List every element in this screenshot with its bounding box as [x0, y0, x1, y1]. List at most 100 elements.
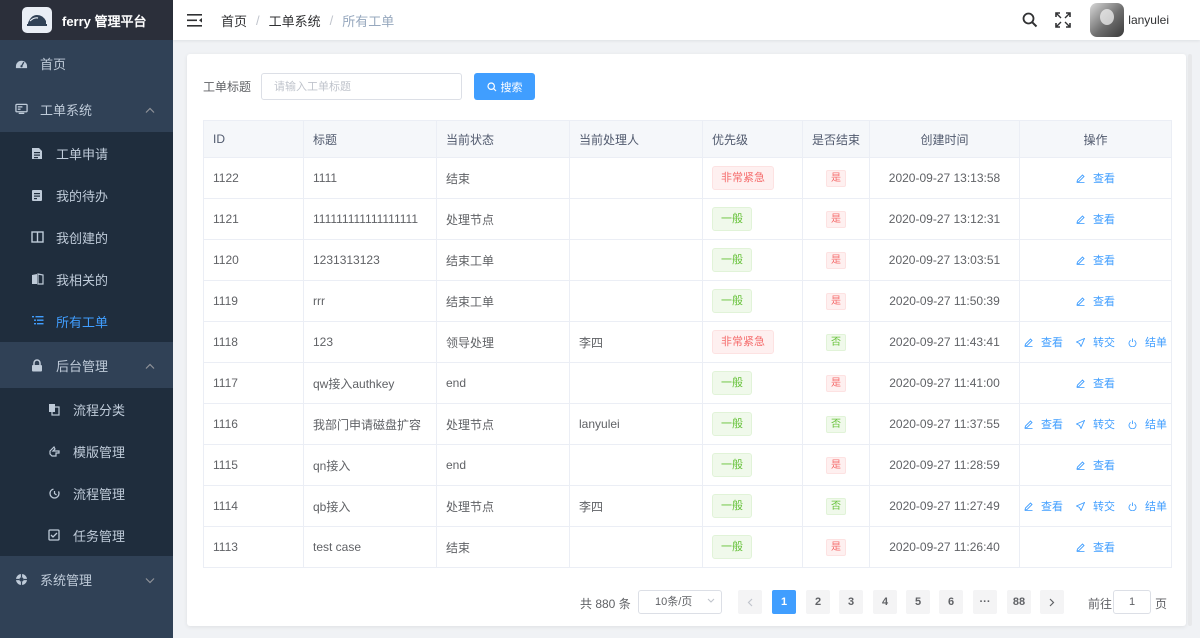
tickets-table: ID 标题 当前状态 当前处理人 优先级 是否结束 创建时间 操作 1122 11…	[203, 120, 1172, 568]
column-header-handler: 当前处理人	[569, 120, 703, 158]
view-button[interactable]: 查看	[1076, 457, 1115, 473]
page-button[interactable]: 88	[1007, 590, 1031, 614]
next-page-button[interactable]	[1040, 590, 1064, 614]
logo[interactable]: ferry 管理平台	[0, 0, 173, 40]
ended-tag: 否	[826, 415, 846, 433]
row-actions: 查看	[1021, 211, 1171, 227]
sidebar-item-my-created[interactable]: 我创建的	[0, 216, 173, 258]
sidebar-group-system[interactable]: 系统管理	[0, 556, 173, 602]
transfer-button[interactable]: 转交	[1076, 334, 1115, 350]
sidebar-item-my-todo[interactable]: 我的待办	[0, 174, 173, 216]
task-icon	[47, 528, 61, 542]
close-ticket-button[interactable]: 结单	[1128, 334, 1167, 350]
goto-label: 前往	[1088, 597, 1113, 611]
navbar-right: lanyulei	[1021, 0, 1200, 40]
cell-status: end	[436, 444, 570, 486]
sidebar-item-process-category[interactable]: 流程分类	[0, 388, 173, 430]
search-input[interactable]	[261, 73, 463, 100]
cell-priority: 一般	[702, 239, 803, 281]
view-button[interactable]: 查看	[1076, 375, 1115, 391]
page-button[interactable]: 2	[806, 590, 830, 614]
process-icon	[47, 486, 61, 500]
view-button[interactable]: 查看	[1076, 211, 1115, 227]
view-button[interactable]: 查看	[1024, 498, 1063, 514]
search-button[interactable]: 搜索	[474, 73, 536, 100]
action-label: 查看	[1093, 542, 1115, 554]
breadcrumb-item[interactable]: 首页	[221, 11, 247, 30]
cell-title: qb接入	[303, 485, 437, 527]
send-icon	[1076, 419, 1089, 429]
search-label: 工单标题	[203, 80, 252, 94]
sidebar-item-task[interactable]: 任务管理	[0, 514, 173, 556]
power-icon	[1128, 420, 1141, 429]
search-button-label: 搜索	[500, 81, 523, 94]
cell-title: rrr	[303, 280, 437, 322]
cell-priority: 一般	[702, 198, 803, 240]
view-button[interactable]: 查看	[1076, 170, 1115, 186]
cell-title: test case	[303, 526, 437, 568]
search-icon[interactable]	[1021, 11, 1039, 29]
page-size-select[interactable]: 10条/页	[638, 590, 722, 614]
transfer-button[interactable]: 转交	[1076, 416, 1115, 432]
page-ellipsis[interactable]: ···	[973, 590, 997, 614]
view-button[interactable]: 查看	[1024, 416, 1063, 432]
page-button[interactable]: 3	[839, 590, 863, 614]
cell-priority: 非常紧急	[702, 321, 803, 363]
cell-id: 1113	[203, 526, 304, 568]
priority-tag: 一般	[712, 453, 752, 477]
ended-tag: 是	[826, 456, 846, 474]
sidebar-item-label: 流程管理	[73, 486, 126, 502]
fullscreen-icon[interactable]	[1054, 11, 1072, 29]
sidebar-item-label: 首页	[40, 56, 67, 72]
breadcrumb-item[interactable]: 工单系统	[269, 11, 321, 30]
column-header-actions: 操作	[1019, 120, 1172, 158]
cell-title: 111111111111111111	[303, 198, 437, 240]
edit-icon	[1076, 214, 1089, 224]
action-label: 转交	[1093, 337, 1115, 349]
action-label: 查看	[1093, 378, 1115, 390]
page-button[interactable]: 4	[873, 590, 897, 614]
page-button[interactable]: 5	[906, 590, 930, 614]
sidebar-item-template[interactable]: 模版管理	[0, 430, 173, 472]
navbar: 首页 / 工单系统 / 所有工单 lanyulei	[173, 0, 1200, 40]
sidebar-item-process[interactable]: 流程管理	[0, 472, 173, 514]
avatar[interactable]	[1090, 3, 1125, 37]
sidebar-item-all-tickets[interactable]: 所有工单	[0, 300, 173, 342]
prev-page-button[interactable]	[738, 590, 762, 614]
username[interactable]: lanyulei	[1128, 13, 1169, 27]
pagination-total: 共 880 条	[580, 597, 631, 611]
cell-title: 1111	[303, 157, 437, 199]
page-button[interactable]: 1	[772, 590, 796, 614]
monitor-icon	[14, 102, 28, 116]
goto-page-input[interactable]	[1113, 590, 1151, 614]
view-button[interactable]: 查看	[1076, 293, 1115, 309]
hamburger-icon[interactable]	[187, 13, 203, 27]
view-button[interactable]: 查看	[1024, 334, 1063, 350]
action-label: 查看	[1093, 255, 1115, 267]
cell-priority: 一般	[702, 362, 803, 404]
sidebar-group-admin[interactable]: 后台管理	[0, 342, 173, 388]
chevron-left-icon	[747, 598, 753, 606]
sidebar-item-home[interactable]: 首页	[0, 40, 173, 86]
page-button[interactable]: 6	[939, 590, 963, 614]
row-actions: 查看	[1021, 457, 1171, 473]
close-ticket-button[interactable]: 结单	[1128, 498, 1167, 514]
cell-priority: 一般	[702, 485, 803, 527]
transfer-button[interactable]: 转交	[1076, 498, 1115, 514]
cell-ended: 否	[802, 403, 870, 445]
sidebar-item-my-related[interactable]: 我相关的	[0, 258, 173, 300]
sidebar-group-ticket-system[interactable]: 工单系统	[0, 86, 173, 132]
action-label: 查看	[1041, 337, 1063, 349]
cell-priority: 一般	[702, 403, 803, 445]
cell-actions: 查看	[1019, 239, 1172, 281]
sidebar-item-ticket-apply[interactable]: 工单申请	[0, 132, 173, 174]
priority-tag: 一般	[712, 248, 752, 272]
sidebar-item-label: 我相关的	[56, 272, 109, 288]
close-ticket-button[interactable]: 结单	[1128, 416, 1167, 432]
scrollbar[interactable]	[1188, 54, 1192, 626]
read-icon	[30, 272, 44, 286]
view-button[interactable]: 查看	[1076, 252, 1115, 268]
view-button[interactable]: 查看	[1076, 539, 1115, 555]
cell-title: qn接入	[303, 444, 437, 486]
cell-created: 2020-09-27 11:26:40	[869, 526, 1020, 568]
